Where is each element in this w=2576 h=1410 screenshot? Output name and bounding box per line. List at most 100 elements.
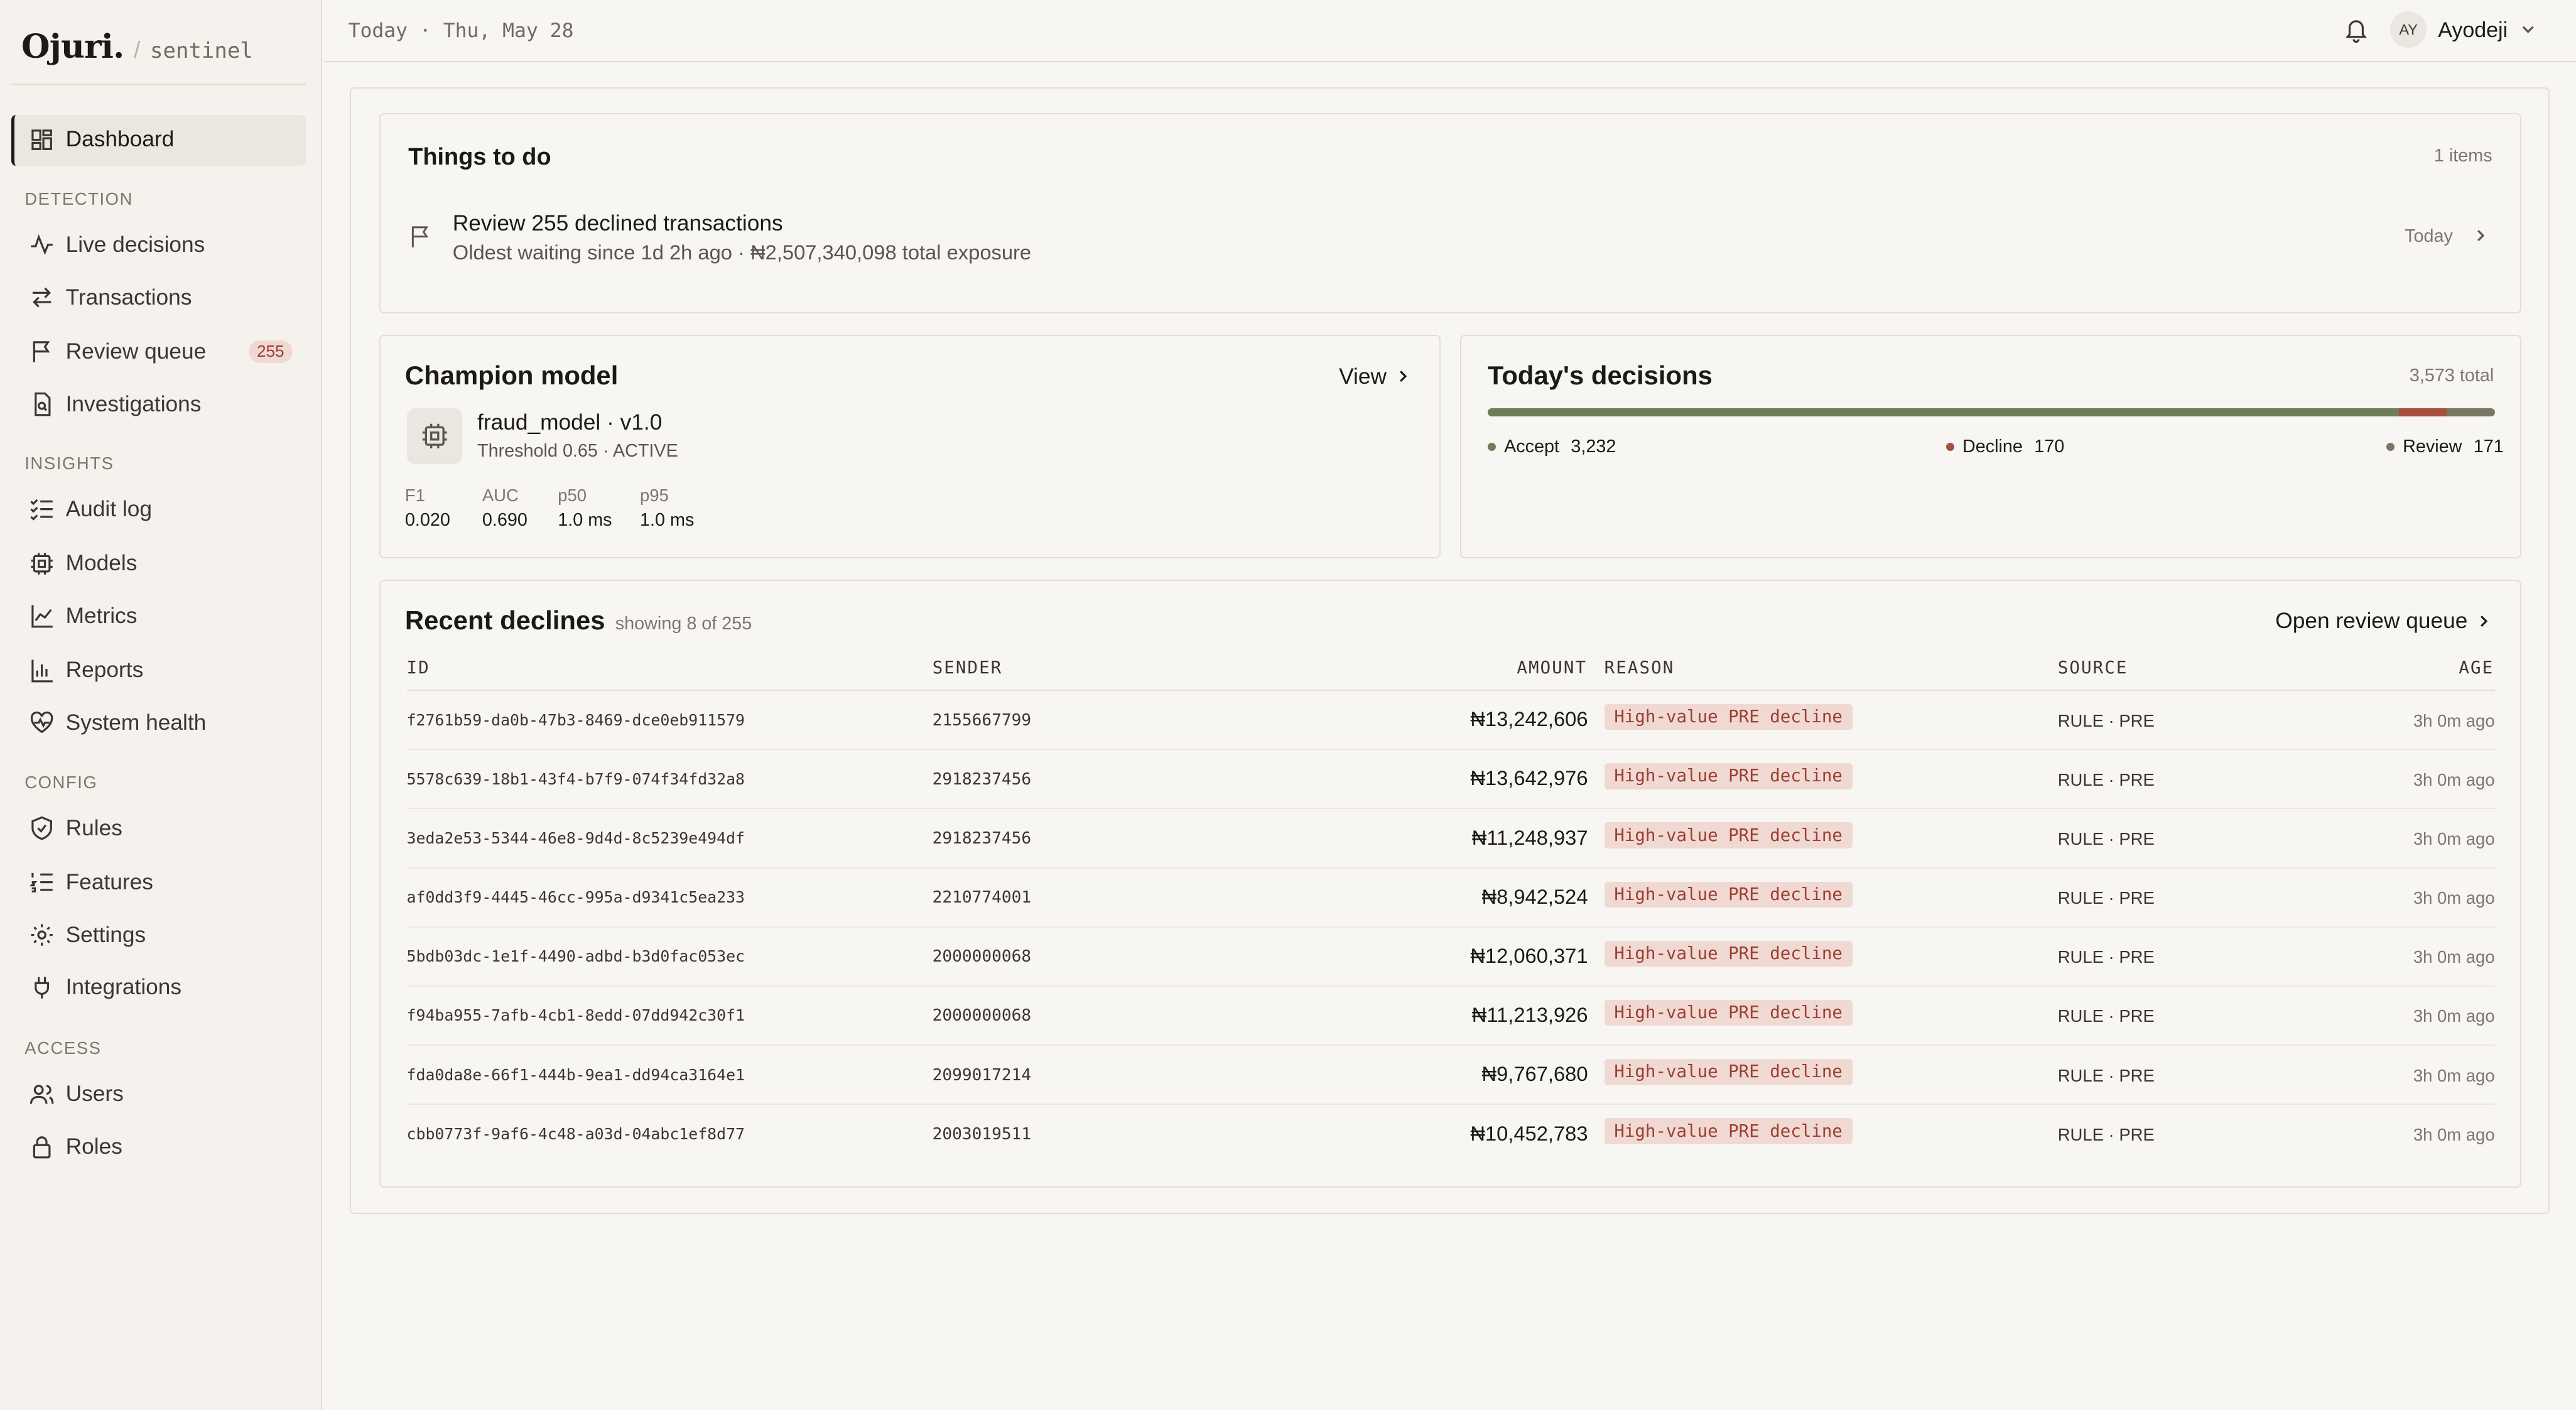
reason-badge: High-value PRE decline xyxy=(1604,881,1853,908)
row-age: 3h 0m ago xyxy=(2413,947,2495,967)
reason-badge: High-value PRE decline xyxy=(1604,1059,1853,1085)
sidebar-item-label: Reports xyxy=(65,658,144,683)
cpu-icon xyxy=(422,424,447,449)
table-row[interactable]: 5bdb03dc-1e1f-4490-adbd-b3d0fac053ec 200… xyxy=(406,928,2495,987)
bell-icon[interactable] xyxy=(2343,16,2369,43)
table-row[interactable]: af0dd3f9-4445-46cc-995a-d9341c5ea233 221… xyxy=(406,869,2495,928)
row-amount: ₦10,452,783 xyxy=(1470,1121,1588,1145)
chevron-down-icon[interactable] xyxy=(2518,19,2538,39)
table-row[interactable]: cbb0773f-9af6-4c48-a03d-04abc1ef8d77 200… xyxy=(407,1105,2495,1164)
row-source: RULE · PRE xyxy=(2057,1006,2155,1026)
column-header-amount[interactable]: AMOUNT xyxy=(1517,658,1587,678)
todo-card: Things to do 1 items Review 255 declined… xyxy=(379,112,2522,314)
row-age: 3h 0m ago xyxy=(2413,769,2495,789)
section-config: CONFIG xyxy=(24,772,98,792)
lock-icon xyxy=(33,1136,51,1159)
row-id[interactable]: cbb0773f-9af6-4c48-a03d-04abc1ef8d77 xyxy=(407,1125,745,1143)
sidebar-item-investigations[interactable]: Investigations xyxy=(30,386,302,423)
decisions-bar xyxy=(1487,408,2495,417)
sidebar-item-label: Audit log xyxy=(65,496,152,521)
row-source: RULE · PRE xyxy=(2057,769,2155,789)
decisions-title: Today's decisions xyxy=(1487,361,1713,391)
row-age: 3h 0m ago xyxy=(2413,1124,2495,1144)
table-row[interactable]: f2761b59-da0b-47b3-8469-dce0eb911579 215… xyxy=(406,691,2495,751)
sidebar-item-dashboard[interactable]: Dashboard xyxy=(30,122,302,158)
sidebar-item-audit-log[interactable]: Audit log xyxy=(30,491,302,528)
sidebar-item-features[interactable]: Features xyxy=(30,864,302,901)
row-id[interactable]: 5578c639-18b1-43f4-b7f9-074f34fd32a8 xyxy=(407,770,745,788)
todo-title: Things to do xyxy=(408,143,551,170)
view-model-link[interactable]: View xyxy=(1339,364,1411,389)
activity-icon xyxy=(31,234,53,256)
flag-icon xyxy=(412,226,429,247)
avatar[interactable]: AY xyxy=(2390,11,2427,48)
row-amount: ₦11,248,937 xyxy=(1471,825,1588,849)
sidebar-item-label: Users xyxy=(65,1082,124,1107)
table-row[interactable]: 3eda2e53-5344-46e8-9d4d-8c5239e494df 291… xyxy=(406,809,2495,869)
model-chip xyxy=(406,408,463,465)
decisions-total: 3,573 total xyxy=(2409,366,2494,386)
column-header-sender[interactable]: SENDER xyxy=(933,658,1003,678)
sidebar-item-settings[interactable]: Settings xyxy=(30,917,302,953)
sidebar-item-review-queue[interactable]: Review queue 255 xyxy=(30,334,302,370)
todo-item-subtitle: Oldest waiting since 1d 2h ago · ₦2,507,… xyxy=(452,241,1032,264)
heart-pulse-icon xyxy=(30,712,53,734)
sidebar-item-users[interactable]: Users xyxy=(30,1076,302,1113)
row-id[interactable]: fda0da8e-66f1-444b-9ea1-dd94ca3164e1 xyxy=(407,1066,745,1084)
sidebar-item-integrations[interactable]: Integrations xyxy=(30,969,302,1006)
open-review-queue-link[interactable]: Open review queue xyxy=(2275,609,2492,634)
sidebar-item-live-decisions[interactable]: Live decisions xyxy=(30,227,302,263)
row-id[interactable]: 3eda2e53-5344-46e8-9d4d-8c5239e494df xyxy=(407,829,745,847)
review-label: Review xyxy=(2403,436,2462,457)
row-age: 3h 0m ago xyxy=(2413,1006,2495,1026)
model-meta: Threshold 0.65 · ACTIVE xyxy=(477,441,678,462)
metric-p50-value: 1.0 ms xyxy=(558,510,612,531)
sidebar-item-models[interactable]: Models xyxy=(30,546,302,582)
user-name[interactable]: Ayodeji xyxy=(2438,18,2508,43)
table-row[interactable]: fda0da8e-66f1-444b-9ea1-dd94ca3164e1 209… xyxy=(406,1046,2495,1105)
row-source: RULE · PRE xyxy=(2057,1065,2155,1085)
arrows-swap-icon xyxy=(32,287,51,308)
sidebar-item-label: Roles xyxy=(65,1134,122,1159)
sidebar-item-roles[interactable]: Roles xyxy=(30,1129,302,1165)
brand[interactable]: Ojuri. / sentinel xyxy=(21,28,253,66)
row-source: RULE · PRE xyxy=(2057,1124,2155,1144)
brand-slash: / xyxy=(134,37,141,63)
top-bar: Today · Thu, May 28 AY Ayodeji xyxy=(323,0,2576,63)
reason-badge: High-value PRE decline xyxy=(1604,999,1853,1026)
table-row[interactable]: f94ba955-7afb-4cb1-8edd-07dd942c30f1 200… xyxy=(406,987,2495,1046)
review-value: 171 xyxy=(2473,436,2504,457)
review-queue-badge: 255 xyxy=(248,340,293,363)
chevron-right-icon[interactable] xyxy=(2472,227,2489,244)
sidebar-item-transactions[interactable]: Transactions xyxy=(30,279,302,316)
sidebar-item-rules[interactable]: Rules xyxy=(30,810,302,847)
review-dot xyxy=(2386,442,2395,451)
date-label: Today · Thu, May 28 xyxy=(348,19,574,43)
column-header-source[interactable]: SOURCE xyxy=(2058,658,2128,678)
metric-p95-label: p95 xyxy=(640,485,669,506)
column-header-age[interactable]: AGE xyxy=(2459,658,2494,678)
row-age: 3h 0m ago xyxy=(2413,888,2495,908)
metric-f1-label: F1 xyxy=(404,485,425,506)
divider xyxy=(11,84,306,86)
column-header-reason[interactable]: REASON xyxy=(1605,658,1675,678)
section-access: ACCESS xyxy=(24,1038,102,1058)
row-id[interactable]: af0dd3f9-4445-46cc-995a-d9341c5ea233 xyxy=(407,888,745,906)
row-id[interactable]: f94ba955-7afb-4cb1-8edd-07dd942c30f1 xyxy=(407,1006,745,1024)
sidebar-item-label: Transactions xyxy=(65,285,192,310)
sidebar-item-system-health[interactable]: System health xyxy=(30,705,302,741)
todo-item-title[interactable]: Review 255 declined transactions xyxy=(453,211,783,236)
row-sender: 2000000068 xyxy=(932,947,1032,967)
row-amount: ₦8,942,524 xyxy=(1481,884,1588,908)
column-header-id[interactable]: ID xyxy=(407,658,430,678)
table-row[interactable]: 5578c639-18b1-43f4-b7f9-074f34fd32a8 291… xyxy=(406,750,2495,810)
row-sender: 2155667799 xyxy=(932,710,1032,730)
row-sender: 2099017214 xyxy=(932,1065,1032,1085)
sidebar-item-label: Integrations xyxy=(65,975,182,1000)
sidebar-item-metrics[interactable]: Metrics xyxy=(30,598,302,634)
row-id[interactable]: f2761b59-da0b-47b3-8469-dce0eb911579 xyxy=(407,711,745,729)
row-source: RULE · PRE xyxy=(2057,828,2155,849)
row-id[interactable]: 5bdb03dc-1e1f-4490-adbd-b3d0fac053ec xyxy=(407,947,745,965)
row-sender: 2003019511 xyxy=(932,1124,1032,1144)
sidebar-item-reports[interactable]: Reports xyxy=(30,653,302,689)
